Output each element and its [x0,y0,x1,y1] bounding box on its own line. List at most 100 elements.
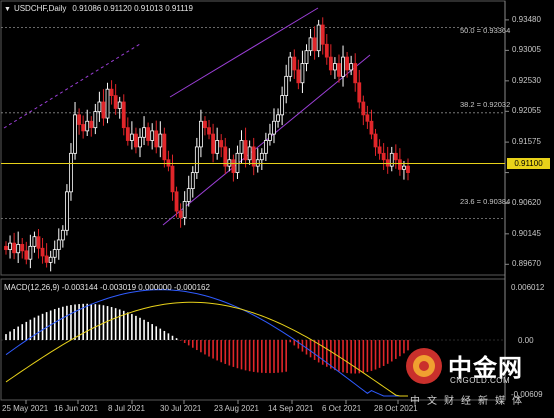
candle-body [207,127,211,135]
candle-body [211,133,215,154]
candle-body [361,101,366,116]
candle-body [276,114,280,122]
candle-body [85,120,90,132]
candle-body [4,245,8,250]
candle-body [280,95,285,116]
candlestick-series [4,17,410,272]
candle-body [365,114,370,122]
candle-body [101,101,106,119]
channel-line [169,7,319,98]
candle-body [296,69,301,84]
candle-body [142,127,146,138]
candle-body [357,82,362,103]
candle-body [199,120,203,148]
macd-axis-top: 0.006012 [511,283,545,292]
symbol-label: USDCHF,Daily [13,4,67,13]
candle-body [186,188,191,202]
candle-body [235,152,240,173]
candle-body [146,127,151,141]
candle-body [40,247,45,257]
time-axis-label: 6 Oct 2021 [322,404,362,413]
candle-body [81,124,86,132]
candle-body [333,63,337,71]
price-axis-label: 0.90620 [512,198,541,208]
watermark-url: CNGOLD.COM [450,376,511,385]
candle-body [288,56,293,77]
candle-body [56,239,61,250]
fib-label-50: 50.0 = 0.93364 [460,26,511,35]
candle-body [65,191,69,231]
candle-body [259,152,264,161]
candle-body [8,242,12,250]
candle-body [109,88,114,96]
candle-body [397,159,402,170]
candle-body [194,146,199,173]
watermark: 中金网 CNGOLD.COM 中文财经新媒体 [400,346,550,410]
candle-body [20,244,25,252]
candle-body [89,120,94,129]
candle-body [300,63,305,84]
candle-body [353,63,358,84]
time-axis-label: 25 May 2021 [2,404,49,413]
time-axis-label: 16 Jun 2021 [54,404,99,413]
candle-body [12,242,17,254]
candle-body [105,88,110,119]
macd-header: MACD(12,26,9) -0.003144 -0.003019 0.0000… [4,283,210,292]
candle-body [178,210,183,218]
price-gridlines [505,19,509,265]
candle-body [73,114,77,154]
collapse-triangle-icon[interactable]: ▼ [4,6,11,13]
candle-body [308,37,313,52]
candle-body [345,56,349,71]
candle-body [337,63,341,77]
candle-body [182,201,187,218]
ohlc-values: 0.91086 0.91120 0.91013 0.91119 [72,4,193,13]
candle-body [369,120,374,135]
cngold-logo-icon [406,348,442,384]
fib-label-23: 23.6 = 0.90384 [460,197,511,206]
candle-body [150,130,155,141]
candle-body [373,133,378,148]
candle-body [284,75,289,96]
candle-body [32,236,37,247]
candle-body [190,172,195,190]
time-axis-label: 23 Aug 2021 [214,404,259,413]
candle-body [247,146,252,161]
candle-body [268,133,272,141]
candle-body [402,165,406,170]
candle-body [97,101,102,113]
price-axis-label: 0.93480 [512,14,541,24]
candle-body [385,159,390,167]
price-axis-label: 0.90145 [512,228,541,238]
candle-body [263,140,268,154]
current-price-tag: 0.91100 [507,158,550,169]
price-axis-label: 0.91575 [512,137,541,147]
candle-body [324,43,329,58]
price-axis-label: 0.89670 [512,259,541,269]
chart-title: ▼ USDCHF,Daily 0.91086 0.91120 0.91013 0.9… [4,4,193,13]
candle-body [215,140,220,154]
price-axis-label: 0.93005 [512,45,541,55]
candle-body [341,56,345,77]
time-axis-label: 30 Jul 2021 [160,404,202,413]
price-axis-label: 0.92055 [512,106,541,116]
candle-body [219,140,224,148]
candle-body [138,136,142,148]
candle-body [113,95,118,109]
candle-body [292,56,297,71]
candle-body [304,50,309,64]
candle-body [272,120,276,135]
candle-body [16,244,21,254]
candle-body [158,133,163,148]
candle-body [162,133,167,161]
candle-body [377,146,382,154]
candle-body [328,56,333,71]
candle-body [117,101,122,109]
time-axis-label: 14 Sep 2021 [268,404,314,413]
candle-body [227,159,232,167]
candle-body [28,245,33,260]
candle-body [93,111,98,129]
candle-body [203,120,207,129]
candle-body [129,133,134,141]
candle-body [316,24,321,52]
